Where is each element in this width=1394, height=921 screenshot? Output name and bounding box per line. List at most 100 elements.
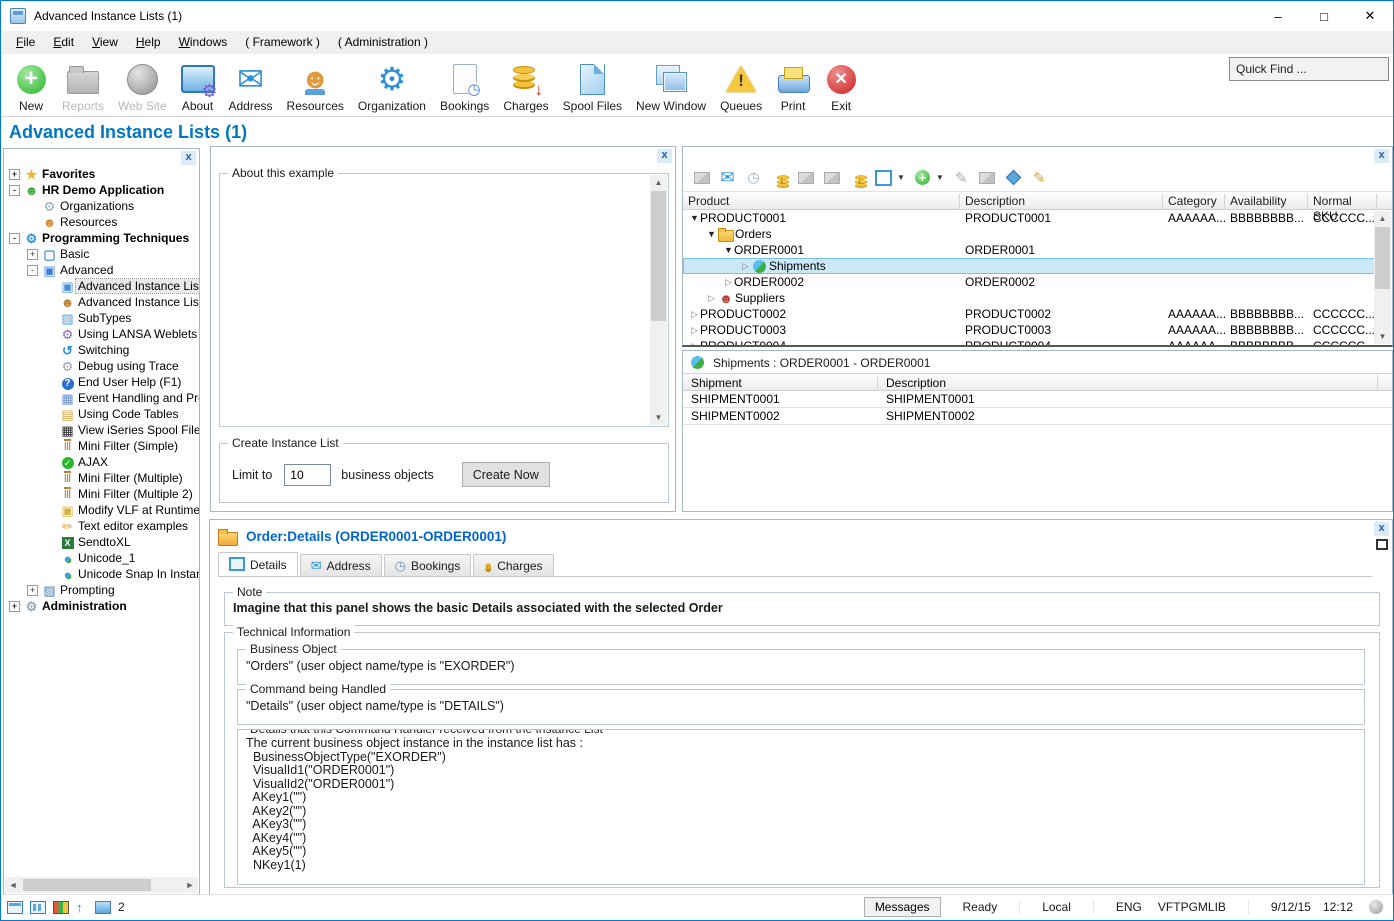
- close-button[interactable]: ✕: [1347, 1, 1393, 31]
- sidebar-item-debug-using-trace[interactable]: Debug using Trace: [4, 358, 199, 374]
- column-header-product[interactable]: Product: [683, 194, 960, 209]
- toolbar-button-newwindow[interactable]: New Window: [629, 57, 713, 115]
- tab-address[interactable]: Address: [300, 554, 382, 576]
- sidebar-item-mini-filter--multiple-2-[interactable]: Mini Filter (Multiple 2): [4, 486, 199, 502]
- color-grid-icon[interactable]: [53, 901, 69, 914]
- sidebar-item-unicode-snap-in-instanc[interactable]: Unicode Snap In Instanc: [4, 566, 199, 582]
- menu-item-administration[interactable]: ( Administration ): [329, 32, 437, 52]
- sidebar-item-prompting[interactable]: Prompting: [4, 582, 199, 598]
- sidebar-item-advanced-instance-lists[interactable]: Advanced Instance Lists: [4, 278, 199, 294]
- expand-icon[interactable]: ▷: [689, 306, 700, 322]
- dropdown-arrow-icon[interactable]: ▼: [936, 173, 944, 182]
- tree-horizontal-scrollbar[interactable]: ◄ ►: [5, 877, 198, 893]
- layout-grid-icon[interactable]: [30, 901, 46, 914]
- table-row-order0002[interactable]: ▷ORDER0002ORDER0002: [683, 274, 1375, 290]
- toolbar-button-queues[interactable]: Queues: [713, 57, 769, 115]
- sidebar-item-unicode-1[interactable]: Unicode_1: [4, 550, 199, 566]
- sidebar-item-organizations[interactable]: Organizations: [4, 198, 199, 214]
- collapse-icon[interactable]: ▼: [689, 210, 700, 226]
- expander-plus-icon[interactable]: [26, 584, 39, 597]
- sidebar-item-text-editor-examples[interactable]: Text editor examples: [4, 518, 199, 534]
- scroll-down-icon[interactable]: ▼: [650, 410, 667, 425]
- toolbar-button-address[interactable]: Address: [222, 57, 280, 115]
- toolbar-button-spoolfiles[interactable]: Spool Files: [556, 57, 629, 115]
- about-panel-close-icon[interactable]: x: [657, 149, 672, 163]
- attachment-icon[interactable]: [693, 170, 710, 186]
- expander-minus-icon[interactable]: [26, 264, 39, 277]
- column-header-category[interactable]: Category: [1163, 194, 1225, 209]
- sidebar-item-using-code-tables[interactable]: Using Code Tables: [4, 406, 199, 422]
- picture2-icon[interactable]: [823, 170, 840, 186]
- sort-icon[interactable]: ↑: [76, 901, 88, 914]
- column-header-availability[interactable]: Availability: [1225, 194, 1308, 209]
- charges2-icon[interactable]: [853, 173, 862, 182]
- dropdown-arrow-icon[interactable]: ▼: [897, 173, 905, 182]
- table-row-shipment0002[interactable]: SHIPMENT0002SHIPMENT0002: [683, 408, 1392, 425]
- minimize-button[interactable]: –: [1255, 1, 1301, 31]
- menu-item-windows[interactable]: Windows: [170, 32, 237, 52]
- table-row-product0001[interactable]: ▼PRODUCT0001PRODUCT0001AAAAAA...BBBBBBBB…: [683, 210, 1375, 226]
- table-row-orders[interactable]: ▼Orders: [683, 226, 1375, 242]
- column-header-description[interactable]: Description: [878, 375, 1378, 391]
- expand-icon[interactable]: ▷: [740, 258, 751, 274]
- sidebar-item-administration[interactable]: Administration: [4, 598, 199, 614]
- menu-item-edit[interactable]: Edit: [44, 32, 83, 52]
- sidebar-item-resources[interactable]: Resources: [4, 214, 199, 230]
- expander-plus-icon[interactable]: [8, 600, 21, 613]
- scroll-up-icon[interactable]: ▲: [1374, 211, 1391, 226]
- tab-details[interactable]: Details: [218, 552, 298, 576]
- sidebar-item-sendtoxl[interactable]: SendtoXL: [4, 534, 199, 550]
- table-row-product0003[interactable]: ▷PRODUCT0003PRODUCT0003AAAAAA...BBBBBBBB…: [683, 322, 1375, 338]
- charges-icon[interactable]: [775, 173, 784, 182]
- expander-minus-icon[interactable]: [8, 184, 21, 197]
- collapse-icon[interactable]: ▼: [723, 242, 734, 258]
- toolbar-button-resources[interactable]: Resources: [280, 57, 351, 115]
- column-header-description[interactable]: Description: [960, 194, 1163, 209]
- scrollbar-thumb[interactable]: [1375, 227, 1390, 289]
- scrollbar-thumb[interactable]: [651, 191, 666, 321]
- sidebar-item-favorites[interactable]: Favorites: [4, 166, 199, 182]
- picture-icon[interactable]: [797, 170, 814, 186]
- tag-icon[interactable]: [1005, 170, 1022, 186]
- toolbar-button-charges[interactable]: Charges: [496, 57, 555, 115]
- expander-plus-icon[interactable]: [26, 248, 39, 261]
- details-panel-close-icon[interactable]: x: [1374, 522, 1389, 536]
- table-row-shipment0001[interactable]: SHIPMENT0001SHIPMENT0001: [683, 391, 1392, 408]
- scroll-left-icon[interactable]: ◄: [5, 880, 21, 890]
- mail-icon[interactable]: [719, 170, 736, 186]
- toolbar-button-organization[interactable]: Organization: [351, 57, 433, 115]
- maximize-button[interactable]: □: [1301, 1, 1347, 31]
- table-row-order0001[interactable]: ▼ORDER0001ORDER0001: [683, 242, 1375, 258]
- bookings-icon[interactable]: [745, 170, 762, 186]
- sidebar-item-subtypes[interactable]: SubTypes: [4, 310, 199, 326]
- toolbar-button-new[interactable]: New: [7, 57, 55, 115]
- table-row-product0004[interactable]: ▷PRODUCT0004PRODUCT0004AAAAAA...BBBBBBBB…: [683, 338, 1375, 345]
- sidebar-item-basic[interactable]: Basic: [4, 246, 199, 262]
- table-row-suppliers[interactable]: ▷Suppliers: [683, 290, 1375, 306]
- sidebar-item-using-lansa-weblets[interactable]: Using LANSA Weblets: [4, 326, 199, 342]
- sidebar-item-view-iseries-spool-files[interactable]: View iSeries Spool Files: [4, 422, 199, 438]
- toolbar-button-exit[interactable]: Exit: [817, 57, 865, 115]
- menu-item-file[interactable]: File: [7, 32, 44, 52]
- sidebar-item-advanced-instance-lists[interactable]: Advanced Instance Lists: [4, 294, 199, 310]
- expand-icon[interactable]: ▷: [706, 290, 717, 306]
- sidebar-item-modify-vlf-at-runtime[interactable]: Modify VLF at Runtime: [4, 502, 199, 518]
- menu-item-framework[interactable]: ( Framework ): [236, 32, 329, 52]
- about-vertical-scrollbar[interactable]: ▲ ▼: [650, 175, 667, 425]
- tab-charges[interactable]: Charges: [473, 554, 553, 576]
- table-row-shipments[interactable]: ▷Shipments: [683, 258, 1375, 274]
- picture3-icon[interactable]: [979, 170, 996, 186]
- toolbar-button-print[interactable]: Print: [769, 57, 817, 115]
- expand-icon[interactable]: ▷: [689, 322, 700, 338]
- expand-icon[interactable]: ▷: [723, 274, 734, 290]
- tree-panel-close-icon[interactable]: x: [181, 151, 196, 165]
- edit-note-icon[interactable]: [1031, 170, 1048, 186]
- create-now-button[interactable]: Create Now: [462, 462, 550, 487]
- sidebar-item-mini-filter--multiple-[interactable]: Mini Filter (Multiple): [4, 470, 199, 486]
- sidebar-item-ajax[interactable]: AJAX: [4, 454, 199, 470]
- collapse-icon[interactable]: ▼: [706, 226, 717, 242]
- tab-bookings[interactable]: Bookings: [384, 554, 472, 576]
- product-grid-scrollbar[interactable]: ▲ ▼: [1374, 211, 1391, 344]
- add-icon[interactable]: [914, 170, 931, 186]
- scroll-down-icon[interactable]: ▼: [1374, 329, 1391, 344]
